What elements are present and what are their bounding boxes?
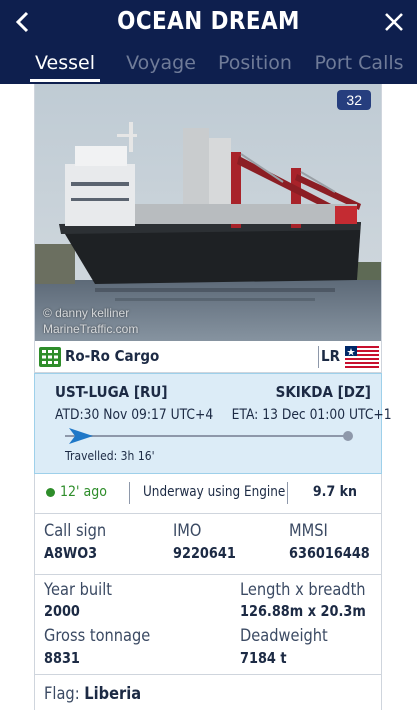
watermark-source: MarineTraffic.com	[43, 322, 139, 336]
app-header: OCEAN DREAM Vessel Voyage Position Port …	[0, 0, 417, 84]
vessel-type-grid-icon	[39, 347, 61, 367]
imo-value: 9220641	[173, 544, 236, 562]
gross-tonnage-value: 8831	[44, 649, 80, 667]
vessel-photo[interactable]: 32 © danny kelliner MarineTraffic.com	[34, 84, 382, 341]
deadweight-label: Deadweight	[240, 626, 328, 646]
voyage-progress-track	[65, 435, 347, 437]
flag-label: Flag: Liberia	[44, 684, 141, 704]
imo-label: IMO	[173, 521, 202, 541]
divider	[287, 482, 288, 504]
active-tab-indicator	[30, 79, 100, 82]
dimensions-section: Year built 2000 Length x breadth 126.88m…	[34, 575, 382, 675]
status-row: 12' ago Underway using Engine 9.7 kn	[34, 474, 382, 514]
vessel-type-label: Ro-Ro Cargo	[65, 347, 160, 365]
divider	[129, 482, 130, 504]
call-sign-value: A8WO3	[44, 544, 98, 562]
liberia-flag-icon	[345, 346, 379, 368]
voyage-times: ATD:30 Nov 09:17 UTC+4 ETA: 13 Dec 01:00…	[55, 407, 392, 423]
flag-value: Liberia	[84, 684, 142, 704]
close-icon	[385, 13, 403, 31]
divider	[318, 346, 319, 368]
eta-value: 13 Dec 01:00 UTC+1	[262, 407, 392, 423]
gross-tonnage-label: Gross tonnage	[44, 626, 151, 646]
travelled-time: Travelled: 3h 16'	[65, 449, 155, 463]
destination-port[interactable]: SKIKDA [DZ]	[276, 383, 371, 401]
back-button[interactable]	[6, 4, 40, 40]
voyage-panel[interactable]: UST-LUGA [RU] SKIKDA [DZ] ATD:30 Nov 09:…	[34, 373, 392, 474]
mmsi-value: 636016448	[289, 544, 370, 562]
watermark-credit: © danny kelliner	[43, 306, 130, 320]
ship-position-arrow-icon	[68, 428, 93, 444]
ship-photo-illustration	[35, 84, 381, 341]
deadweight-value: 7184 t	[240, 649, 287, 667]
tab-port-calls[interactable]: Port Calls	[306, 42, 412, 84]
tab-bar: Vessel Voyage Position Port Calls	[0, 42, 417, 84]
close-button[interactable]	[377, 4, 411, 40]
identifiers-section: Call sign A8WO3 IMO 9220641 MMSI 6360164…	[34, 514, 382, 575]
length-breadth-value: 126.88m x 20.3m	[240, 602, 366, 620]
photo-count-badge[interactable]: 32	[337, 90, 371, 110]
chevron-left-icon	[15, 11, 29, 33]
tab-position[interactable]: Position	[212, 42, 298, 84]
last-position-age: 12' ago	[60, 484, 107, 500]
tab-voyage[interactable]: Voyage	[118, 42, 204, 84]
year-built-label: Year built	[44, 580, 113, 600]
flag-row: Flag: Liberia	[34, 675, 382, 710]
atd-value: 30 Nov 09:17 UTC+4	[83, 407, 214, 423]
destination-dot	[343, 431, 353, 441]
tab-vessel[interactable]: Vessel	[20, 42, 110, 84]
call-sign-label: Call sign	[44, 521, 107, 541]
photo-watermark: © danny kelliner MarineTraffic.com	[43, 305, 138, 337]
eta-label: ETA:	[231, 407, 259, 423]
mmsi-label: MMSI	[289, 521, 328, 541]
flag-label-text: Flag:	[44, 684, 80, 704]
length-breadth-label: Length x breadth	[240, 580, 366, 600]
atd-label: ATD:	[55, 407, 84, 423]
vessel-speed: 9.7 kn	[312, 484, 357, 500]
year-built-value: 2000	[44, 602, 80, 620]
departure-port[interactable]: UST-LUGA [RU]	[55, 383, 168, 401]
navigation-status: Underway using Engine	[143, 484, 286, 500]
vessel-type-row: Ro-Ro Cargo LR	[34, 341, 382, 373]
page-title: OCEAN DREAM	[117, 6, 300, 35]
flag-code: LR	[320, 347, 340, 365]
status-dot	[46, 488, 55, 497]
